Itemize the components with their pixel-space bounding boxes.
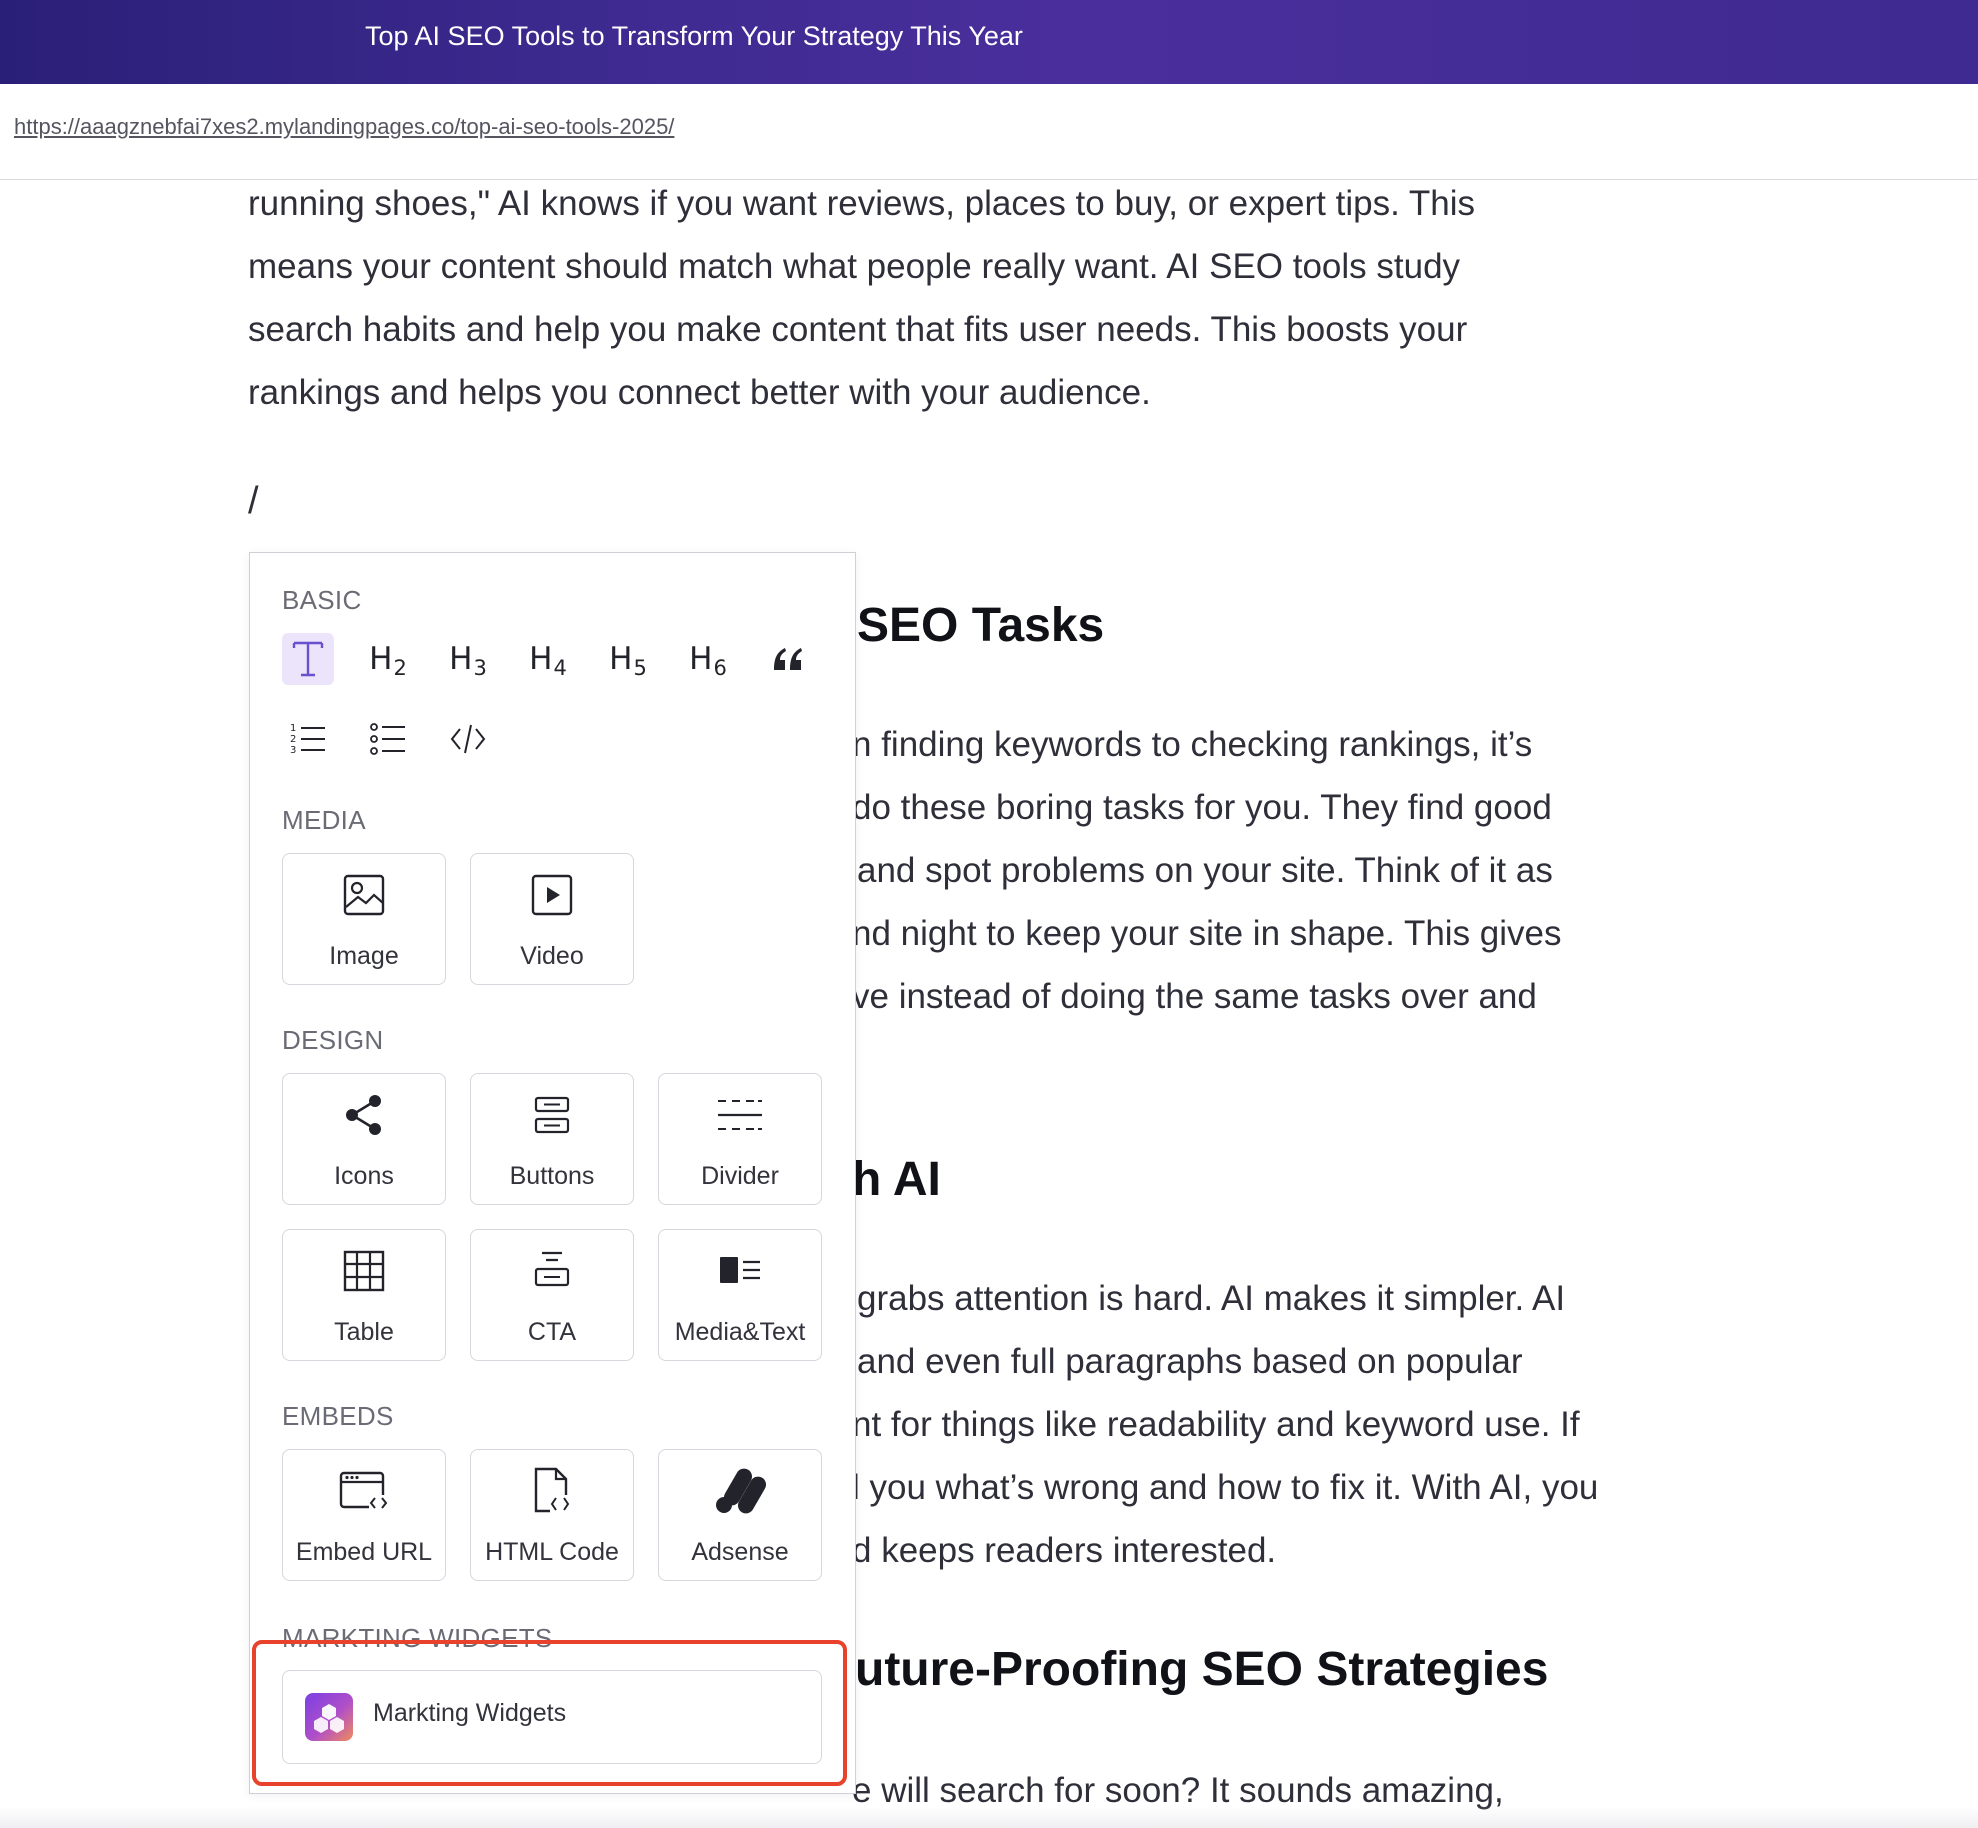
divider-block-label: Divider bbox=[701, 1162, 779, 1190]
cta-block-label: CTA bbox=[527, 1318, 577, 1346]
icons-block-label: Icons bbox=[334, 1162, 394, 1190]
embeds-section-label: EMBEDS bbox=[282, 1401, 394, 1431]
block-insert-menu: BASIC H2 H3 H4 H5 H6 1 2 3 MEDIA Image V… bbox=[249, 552, 856, 1794]
article-line: search habits and help you make content … bbox=[248, 310, 1468, 349]
divider-icon bbox=[718, 1100, 762, 1130]
buttons-icon bbox=[534, 1096, 570, 1134]
marketing-widgets-label: Markting Widgets bbox=[373, 1699, 567, 1727]
video-block-card[interactable]: Video bbox=[470, 853, 634, 985]
image-block-card[interactable]: Image bbox=[282, 853, 446, 985]
marketing-widgets-section-label: MARKTING WIDGETS bbox=[282, 1623, 553, 1653]
image-icon bbox=[343, 874, 385, 916]
title-bar: Top AI SEO Tools to Transform Your Strat… bbox=[0, 0, 1978, 84]
cubes-icon bbox=[314, 1704, 344, 1733]
html-code-icon bbox=[534, 1467, 574, 1513]
article-line: ve instead of doing the same tasks over … bbox=[852, 977, 1537, 1016]
adsense-icon bbox=[716, 1468, 766, 1514]
table-icon bbox=[343, 1250, 385, 1292]
embed-url-block-label: Embed URL bbox=[295, 1538, 433, 1566]
page-tab-title: Top AI SEO Tools to Transform Your Strat… bbox=[365, 21, 1023, 51]
article-line: rankings and helps you connect better wi… bbox=[248, 373, 1151, 412]
article-line: and even full paragraphs based on popula… bbox=[857, 1342, 1523, 1381]
buttons-block-card[interactable]: Buttons bbox=[470, 1073, 634, 1205]
heading-2-button[interactable]: H2 bbox=[362, 633, 414, 685]
bullet-list-icon bbox=[370, 723, 405, 755]
article-line: means your content should match what peo… bbox=[248, 247, 1461, 286]
cta-icon bbox=[534, 1251, 570, 1287]
slash-command-input[interactable]: / bbox=[248, 480, 259, 523]
section-heading: h AI bbox=[852, 1153, 941, 1206]
html-code-block-card[interactable]: HTML Code bbox=[470, 1449, 634, 1581]
html-code-block-label: HTML Code bbox=[485, 1538, 619, 1566]
quote-button[interactable] bbox=[762, 633, 814, 685]
adsense-block-card[interactable]: Adsense bbox=[658, 1449, 822, 1581]
heading-6-button[interactable]: H6 bbox=[682, 633, 734, 685]
marketing-widgets-logo-icon bbox=[305, 1693, 353, 1741]
divider-block-card[interactable]: Divider bbox=[658, 1073, 822, 1205]
heading-4-label: H4 bbox=[529, 641, 567, 680]
article-line: n finding keywords to checking rankings,… bbox=[852, 725, 1533, 764]
marketing-widgets-item[interactable]: Markting Widgets bbox=[282, 1670, 822, 1764]
quote-icon bbox=[774, 648, 802, 670]
article-line: nd night to keep your site in shape. Thi… bbox=[852, 914, 1562, 953]
video-block-label: Video bbox=[520, 942, 584, 970]
article-line: l you what’s wrong and how to fix it. Wi… bbox=[852, 1468, 1599, 1507]
svg-text:1: 1 bbox=[290, 723, 296, 734]
basic-section-label: BASIC bbox=[282, 585, 362, 615]
table-block-label: Table bbox=[334, 1318, 394, 1346]
ordered-list-button[interactable]: 1 2 3 bbox=[282, 713, 334, 765]
text-icon bbox=[292, 641, 324, 677]
design-section-label: DESIGN bbox=[282, 1025, 384, 1055]
heading-5-button[interactable]: H5 bbox=[602, 633, 654, 685]
article-line: grabs attention is hard. AI makes it sim… bbox=[857, 1279, 1566, 1318]
heading-3-button[interactable]: H3 bbox=[442, 633, 494, 685]
svg-text:2: 2 bbox=[290, 734, 296, 745]
embed-url-icon bbox=[339, 1471, 389, 1511]
media-text-icon bbox=[720, 1257, 760, 1283]
cta-block-card[interactable]: CTA bbox=[470, 1229, 634, 1361]
page-url-link[interactable]: https://aaagznebfai7xes2.mylandingpages.… bbox=[14, 114, 674, 140]
bullet-list-button[interactable] bbox=[362, 713, 414, 765]
media-text-block-label: Media&Text bbox=[674, 1318, 806, 1346]
media-section-label: MEDIA bbox=[282, 805, 366, 835]
heading-4-button[interactable]: H4 bbox=[522, 633, 574, 685]
embed-url-block-card[interactable]: Embed URL bbox=[282, 1449, 446, 1581]
table-block-card[interactable]: Table bbox=[282, 1229, 446, 1361]
paragraph-text-button[interactable] bbox=[282, 633, 334, 685]
icons-block-card[interactable]: Icons bbox=[282, 1073, 446, 1205]
media-text-block-card[interactable]: Media&Text bbox=[658, 1229, 822, 1361]
code-icon bbox=[450, 724, 486, 754]
section-heading: SEO Tasks bbox=[857, 599, 1105, 652]
code-block-button[interactable] bbox=[442, 713, 494, 765]
svg-text:3: 3 bbox=[290, 745, 296, 756]
article-line: do these boring tasks for you. They find… bbox=[852, 788, 1552, 827]
article-line: and spot problems on your site. Think of… bbox=[857, 851, 1553, 890]
heading-6-label: H6 bbox=[689, 641, 727, 680]
buttons-block-label: Buttons bbox=[509, 1162, 595, 1190]
video-icon bbox=[531, 874, 573, 916]
heading-3-label: H3 bbox=[449, 641, 487, 680]
bottom-shadow bbox=[0, 1806, 1978, 1828]
article-line: running shoes," AI knows if you want rev… bbox=[248, 184, 1475, 223]
ordered-list-icon: 1 2 3 bbox=[290, 723, 325, 756]
adsense-block-label: Adsense bbox=[691, 1538, 789, 1566]
article-line: nt for things like readability and keywo… bbox=[852, 1405, 1580, 1444]
section-heading: uture-Proofing SEO Strategies bbox=[855, 1643, 1549, 1696]
heading-2-label: H2 bbox=[369, 641, 407, 680]
image-block-label: Image bbox=[329, 942, 399, 970]
share-icon bbox=[346, 1095, 381, 1135]
heading-5-label: H5 bbox=[609, 641, 647, 680]
article-line: d keeps readers interested. bbox=[852, 1531, 1277, 1570]
